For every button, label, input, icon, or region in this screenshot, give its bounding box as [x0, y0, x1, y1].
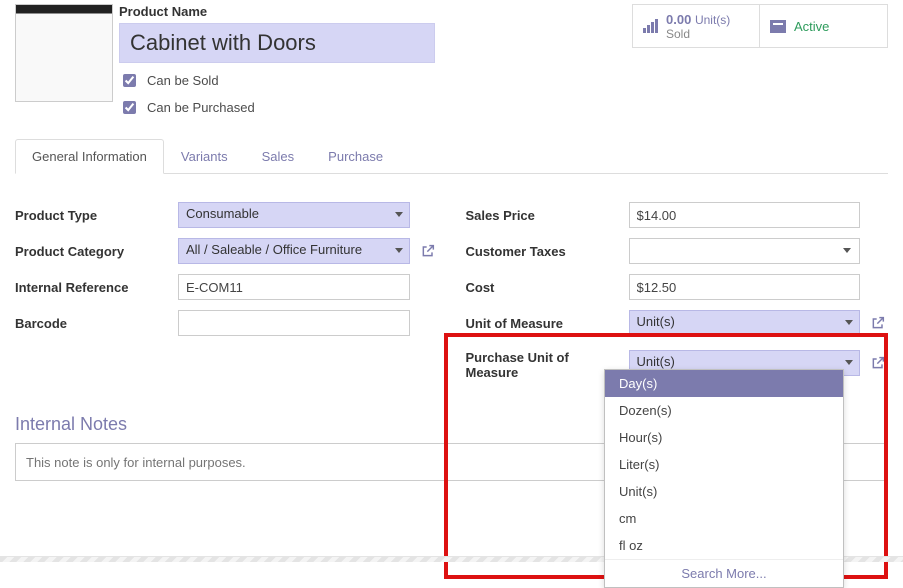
dropdown-option[interactable]: Liter(s) — [605, 451, 843, 478]
sales-price-label: Sales Price — [466, 208, 621, 223]
can-be-sold-label: Can be Sold — [147, 73, 219, 88]
dropdown-option[interactable]: Dozen(s) — [605, 397, 843, 424]
chevron-down-icon — [845, 320, 853, 325]
chevron-down-icon — [843, 248, 851, 253]
archive-icon — [770, 20, 786, 33]
external-link-icon[interactable] — [868, 353, 888, 373]
cost-label: Cost — [466, 280, 621, 295]
dropdown-search-more[interactable]: Search More... — [605, 559, 843, 587]
puom-value: Unit(s) — [637, 354, 675, 369]
chevron-down-icon — [395, 212, 403, 217]
customer-taxes-select[interactable] — [629, 238, 861, 264]
puom-dropdown-menu: Day(s) Dozen(s) Hour(s) Liter(s) Unit(s)… — [604, 369, 844, 588]
active-toggle[interactable]: Active — [760, 4, 888, 48]
chevron-down-icon — [845, 360, 853, 365]
dropdown-option[interactable]: Unit(s) — [605, 478, 843, 505]
product-type-value: Consumable — [186, 206, 259, 221]
internal-reference-label: Internal Reference — [15, 280, 170, 295]
can-be-purchased-label: Can be Purchased — [147, 100, 255, 115]
customer-taxes-label: Customer Taxes — [466, 244, 621, 259]
active-label: Active — [794, 19, 829, 34]
can-be-sold-checkbox[interactable] — [123, 74, 136, 87]
chevron-down-icon — [395, 248, 403, 253]
sold-unit: Unit(s) — [695, 13, 730, 27]
product-category-label: Product Category — [15, 244, 170, 259]
product-image[interactable] — [15, 4, 113, 102]
barcode-input[interactable] — [178, 310, 410, 336]
tab-general-information[interactable]: General Information — [15, 139, 164, 174]
sold-label: Sold — [666, 27, 730, 41]
cost-input[interactable] — [629, 274, 861, 300]
uom-value: Unit(s) — [637, 314, 675, 329]
external-link-icon[interactable] — [418, 241, 438, 261]
dropdown-option[interactable]: fl oz — [605, 532, 843, 559]
bar-chart-icon — [643, 19, 658, 33]
sales-price-input[interactable] — [629, 202, 861, 228]
tab-bar: General Information Variants Sales Purch… — [15, 139, 888, 174]
internal-reference-input[interactable] — [178, 274, 410, 300]
tab-sales[interactable]: Sales — [245, 139, 312, 174]
product-name-input[interactable] — [119, 23, 435, 63]
can-be-purchased-checkbox[interactable] — [123, 101, 136, 114]
tab-variants[interactable]: Variants — [164, 139, 245, 174]
puom-label: Purchase Unit of Measure — [466, 346, 621, 380]
product-name-label: Product Name — [119, 4, 626, 19]
sold-stat-button[interactable]: 0.00 Unit(s) Sold — [632, 4, 760, 48]
tab-purchase[interactable]: Purchase — [311, 139, 400, 174]
external-link-icon[interactable] — [868, 313, 888, 333]
uom-select[interactable]: Unit(s) — [629, 310, 861, 336]
sold-value: 0.00 — [666, 12, 691, 27]
barcode-label: Barcode — [15, 316, 170, 331]
product-category-value: All / Saleable / Office Furniture — [186, 242, 362, 257]
dropdown-option[interactable]: cm — [605, 505, 843, 532]
product-category-select[interactable]: All / Saleable / Office Furniture — [178, 238, 410, 264]
product-type-select[interactable]: Consumable — [178, 202, 410, 228]
dropdown-option[interactable]: Hour(s) — [605, 424, 843, 451]
dropdown-option[interactable]: Day(s) — [605, 370, 843, 397]
uom-label: Unit of Measure — [466, 316, 621, 331]
product-type-label: Product Type — [15, 208, 170, 223]
